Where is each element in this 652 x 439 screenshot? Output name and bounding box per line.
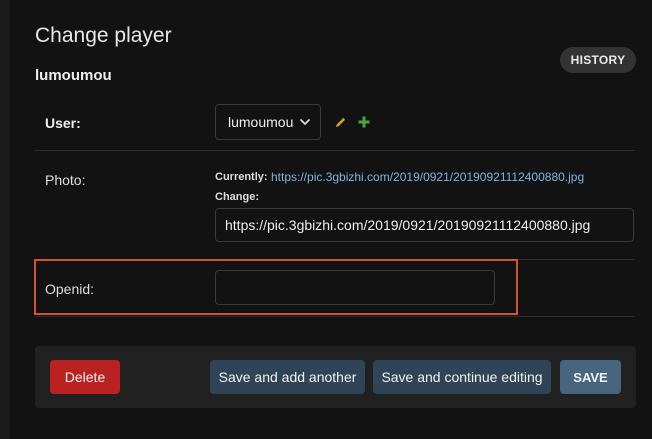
user-select-value: lumoumou [228,114,294,130]
delete-button[interactable]: Delete [50,360,120,394]
save-and-continue-button[interactable]: Save and continue editing [373,360,551,394]
chevron-down-icon [300,119,310,125]
plus-icon [358,116,370,128]
sidebar-edge [0,0,10,439]
pencil-icon [335,117,345,127]
save-button[interactable]: SAVE [560,360,621,394]
change-label: Change: [215,191,259,203]
page-title: Change player [35,24,172,47]
add-user-icon[interactable] [357,115,371,129]
photo-label: Photo: [45,172,86,188]
user-label: User: [45,115,81,131]
edit-user-icon[interactable] [333,115,347,129]
change-form-panel: Change player HISTORY lumoumou User: lum… [10,0,652,439]
current-photo-link[interactable]: https://pic.3gbizhi.com/2019/0921/201909… [271,170,584,184]
user-select[interactable]: lumoumou [215,104,321,140]
save-and-add-another-button[interactable]: Save and add another [210,360,365,394]
row-divider [35,316,635,317]
openid-highlight-box [34,259,518,315]
object-name: lumoumou [35,67,112,84]
row-divider [35,150,635,151]
currently-label: Currently: [215,171,268,183]
history-button[interactable]: HISTORY [560,47,636,73]
photo-url-input[interactable] [215,208,634,242]
